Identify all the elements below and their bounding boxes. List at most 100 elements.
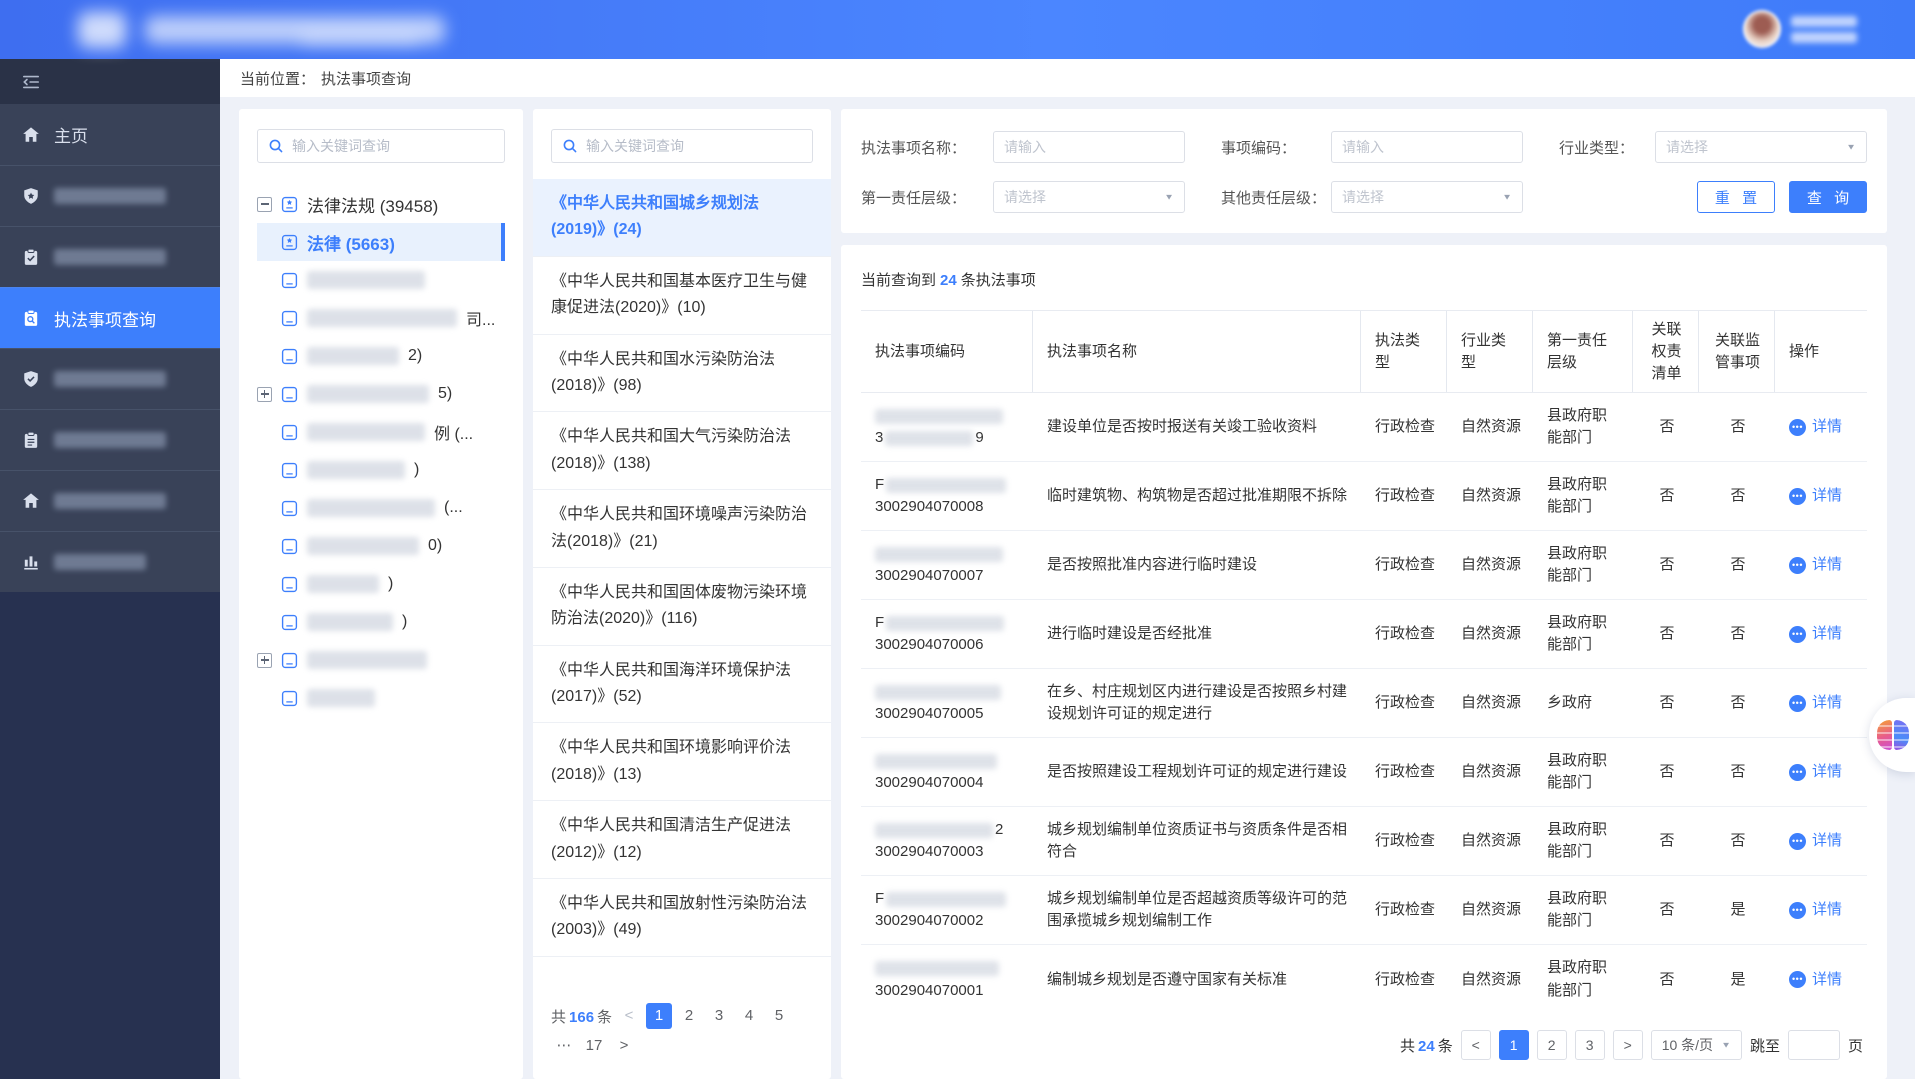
industry-type-select[interactable]: 请选择 ▼ <box>1655 131 1867 163</box>
avatar[interactable] <box>1743 10 1781 48</box>
reset-button[interactable]: 重 置 <box>1697 181 1775 213</box>
next-page-button[interactable]: > <box>611 1033 637 1059</box>
matter-name-input[interactable] <box>993 131 1185 163</box>
detail-link[interactable]: •••详情 <box>1789 485 1855 508</box>
expand-toggle-icon[interactable] <box>257 653 272 668</box>
detail-link[interactable]: •••详情 <box>1789 830 1855 853</box>
tree-item-blurred[interactable]: 司... <box>257 299 505 337</box>
sidebar-item-blurred-4[interactable] <box>0 409 220 470</box>
tree-item-blurred[interactable]: (... <box>257 489 505 527</box>
law-item[interactable]: 《中华人民共和国大气污染防治法(2018)》(138) <box>533 412 831 490</box>
tree-item-law-selected[interactable]: 法律 (5663) <box>257 223 505 261</box>
sidebar-item-blurred-6[interactable] <box>0 531 220 592</box>
tree-search-box <box>257 129 505 163</box>
sidebar-collapse-button[interactable] <box>0 59 220 104</box>
law-item[interactable]: 《中华人民共和国环境影响评价法(2018)》(13) <box>533 723 831 801</box>
page-button-1[interactable]: 1 <box>646 1003 672 1029</box>
law-search-input[interactable] <box>586 138 802 154</box>
law-doc-icon <box>281 500 298 517</box>
first-level-select[interactable]: 请选择 ▼ <box>993 181 1185 213</box>
industry-type-label: 行业类型： <box>1559 137 1655 158</box>
table-row: F 3002904070008 临时建筑物、构筑物是否超过批准期限不拆除 行政检… <box>861 462 1867 531</box>
jump-page-input[interactable] <box>1788 1030 1840 1060</box>
prev-page-button[interactable]: < <box>1461 1030 1491 1060</box>
tree-item-blurred-expandable[interactable]: 5) <box>257 375 505 413</box>
table-row: 3002904070004 是否按照建设工程规划许可证的规定进行建设 行政检查 … <box>861 738 1867 807</box>
sidebar-item-blurred-3[interactable] <box>0 348 220 409</box>
detail-link[interactable]: •••详情 <box>1789 969 1855 992</box>
sidebar-item-blurred-2[interactable] <box>0 226 220 287</box>
law-doc-icon <box>281 614 298 631</box>
page-button-3[interactable]: 3 <box>1575 1030 1605 1060</box>
sidebar-item-label-blurred <box>54 493 166 509</box>
page-button-2[interactable]: 2 <box>676 1003 702 1029</box>
results-table: 执法事项编码 执法事项名称 执法类型 行业类型 第一责任层级 关联权责清单 关联… <box>861 310 1867 1014</box>
ellipsis-circle-icon: ••• <box>1789 419 1806 436</box>
tree-item-blurred[interactable] <box>257 679 505 717</box>
col-header-type: 执法类型 <box>1361 311 1447 392</box>
results-summary: 当前查询到24条执法事项 <box>861 269 1867 290</box>
page-size-select[interactable]: 10 条/页 ▼ <box>1651 1030 1742 1060</box>
detail-link[interactable]: •••详情 <box>1789 761 1855 784</box>
law-item[interactable]: 《中华人民共和国基本医疗卫生与健康促进法(2020)》(10) <box>533 257 831 335</box>
cell-code: F 3002904070002 <box>861 878 1033 943</box>
page-button-4[interactable]: 4 <box>736 1003 762 1029</box>
cell-code: F 3002904070008 <box>861 464 1033 529</box>
page-button-5[interactable]: 5 <box>766 1003 792 1029</box>
tree-root-laws[interactable]: 法律法规 (39458) <box>257 185 505 223</box>
detail-link[interactable]: •••详情 <box>1789 416 1855 439</box>
sidebar-item-label-blurred <box>54 554 146 570</box>
detail-link[interactable]: •••详情 <box>1789 692 1855 715</box>
law-item[interactable]: 《中华人民共和国海洋环境保护法(2017)》(52) <box>533 646 831 724</box>
tree-item-blurred[interactable]: 2) <box>257 337 505 375</box>
expand-toggle-icon[interactable] <box>257 387 272 402</box>
detail-link[interactable]: •••详情 <box>1789 623 1855 646</box>
next-page-button[interactable]: > <box>1613 1030 1643 1060</box>
law-item[interactable]: 《中华人民共和国放射性污染防治法(2003)》(49) <box>533 879 831 957</box>
cell-level: 县政府职能部门 <box>1533 740 1633 805</box>
more-pages-button[interactable]: ⋯ <box>551 1033 577 1059</box>
sidebar-item-home[interactable]: 主页 <box>0 104 220 165</box>
clipboard-check-icon <box>22 248 40 266</box>
detail-link[interactable]: •••详情 <box>1789 899 1855 922</box>
cell-name: 是否按照建设工程规划许可证的规定进行建设 <box>1033 751 1361 794</box>
detail-link[interactable]: •••详情 <box>1789 554 1855 577</box>
cell-type: 行政检查 <box>1361 682 1447 725</box>
col-header-duty-list: 关联权责清单 <box>1633 311 1699 392</box>
law-item[interactable]: 《中华人民共和国固体废物污染环境防治法(2020)》(116) <box>533 568 831 646</box>
search-button[interactable]: 查 询 <box>1789 181 1867 213</box>
tree-search-input[interactable] <box>292 138 494 154</box>
table-row: 3002904070005 在乡、村庄规划区内进行建设是否按照乡村建设规划许可证… <box>861 669 1867 738</box>
cell-code: 3002904070004 <box>861 740 1033 805</box>
page-button-2[interactable]: 2 <box>1537 1030 1567 1060</box>
law-item[interactable]: 《中华人民共和国环境噪声污染防治法(2018)》(21) <box>533 490 831 568</box>
tree-item-blurred[interactable] <box>257 261 505 299</box>
sidebar: 主页 执法事项查询 <box>0 59 220 1079</box>
page-button-17[interactable]: 17 <box>581 1033 607 1059</box>
law-item-selected[interactable]: 《中华人民共和国城乡规划法(2019)》(24) <box>533 179 831 257</box>
law-item[interactable]: 《中华人民共和国水污染防治法(2018)》(98) <box>533 335 831 413</box>
tree-item-blurred[interactable]: ) <box>257 603 505 641</box>
cell-name: 城乡规划编制单位资质证书与资质条件是否相符合 <box>1033 809 1361 874</box>
law-item[interactable]: 《中华人民共和国清洁生产促进法(2012)》(12) <box>533 801 831 879</box>
tree-item-blurred[interactable]: ) <box>257 565 505 603</box>
sidebar-item-blurred-5[interactable] <box>0 470 220 531</box>
page-button-3[interactable]: 3 <box>706 1003 732 1029</box>
ellipsis-circle-icon: ••• <box>1789 557 1806 574</box>
sidebar-item-blurred-1[interactable] <box>0 165 220 226</box>
tree-item-blurred-expandable[interactable] <box>257 641 505 679</box>
app-logo-blurred <box>78 12 126 48</box>
sidebar-item-enforcement-query[interactable]: 执法事项查询 <box>0 287 220 348</box>
matter-code-input[interactable] <box>1331 131 1523 163</box>
law-list: 《中华人民共和国城乡规划法(2019)》(24) 《中华人民共和国基本医疗卫生与… <box>533 179 831 957</box>
collapse-toggle-icon[interactable] <box>257 197 272 212</box>
cell-code: F 3002904070006 <box>861 602 1033 667</box>
tree-item-blurred[interactable]: 0) <box>257 527 505 565</box>
page-button-1[interactable]: 1 <box>1499 1030 1529 1060</box>
first-level-label: 第一责任层级： <box>861 187 993 208</box>
tree-item-blurred[interactable]: ) <box>257 451 505 489</box>
prev-page-button[interactable]: < <box>616 1003 642 1029</box>
cell-regulation: 是 <box>1699 959 1775 1002</box>
other-level-select[interactable]: 请选择 ▼ <box>1331 181 1523 213</box>
tree-item-blurred[interactable]: 例 (... <box>257 413 505 451</box>
